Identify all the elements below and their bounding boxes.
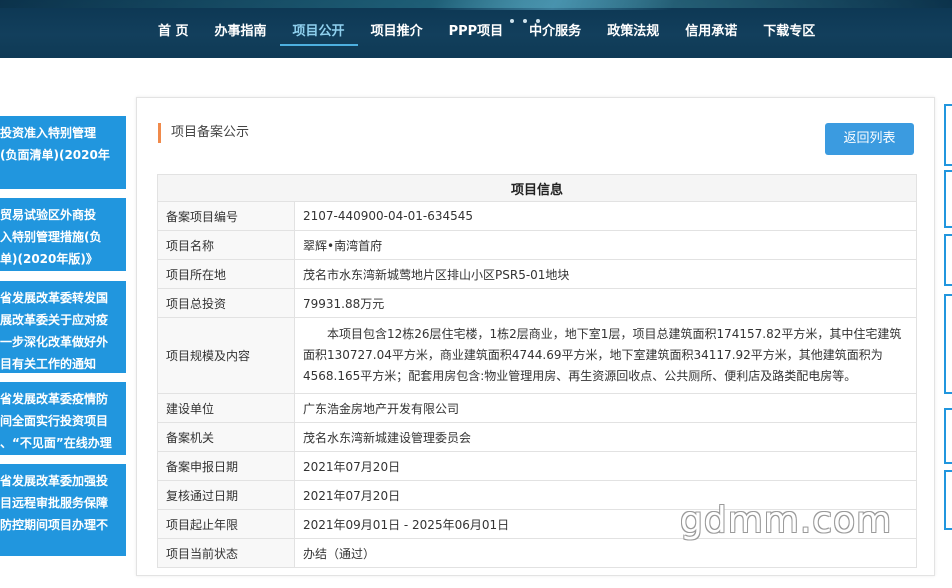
field-value: 茂名水东湾新城建设管理委员会 xyxy=(294,422,917,452)
main-nav: 首 页 办事指南 项目公开 项目推介 PPP项目 中介服务 政策法规 信用承诺 … xyxy=(145,22,828,52)
left-link-line: 商投资准入特别管理 xyxy=(0,126,97,140)
nav-item-ppp-projects[interactable]: PPP项目 xyxy=(436,22,517,46)
left-link-card[interactable]: 由贸易试验区外商投 准入特别管理措施(负 清单)(2020年版)》 xyxy=(0,198,126,271)
table-row: 备案机关 茂名水东湾新城建设管理委员会 xyxy=(157,422,917,452)
field-value: 2107-440900-04-01-634545 xyxy=(294,201,917,231)
left-link-card[interactable]: 东省发展改革委转发国 发展改革委关于应对疫 进一步深化改革做好外 项目有关工作的… xyxy=(0,281,126,373)
nav-item-downloads[interactable]: 下载专区 xyxy=(750,22,828,46)
table-row: 项目名称 翠辉•南湾首府 xyxy=(157,230,917,260)
left-link-line: 进一步深化改革做好外 xyxy=(0,335,109,349)
left-link-line: 东省发展改革委转发国 xyxy=(0,291,109,305)
field-label: 项目起止年限 xyxy=(157,509,295,539)
nav-item-policies[interactable]: 政策法规 xyxy=(594,22,672,46)
table-row: 项目总投资 79931.88万元 xyxy=(157,288,917,318)
left-link-line: 网、“不见面”在线办理 xyxy=(0,436,112,450)
table-row: 项目当前状态 办结（通过） xyxy=(157,538,917,568)
banner-highlight xyxy=(431,0,689,10)
left-link-line: 由贸易试验区外商投 xyxy=(0,208,97,222)
nav-item-guide[interactable]: 办事指南 xyxy=(202,22,280,46)
panel-title: 项目备案公示 xyxy=(158,123,249,143)
field-label: 备案项目编号 xyxy=(157,201,295,231)
field-label: 项目所在地 xyxy=(157,259,295,289)
field-value: 79931.88万元 xyxy=(294,288,917,318)
right-side-tab[interactable] xyxy=(944,294,952,394)
field-label: 项目名称 xyxy=(157,230,295,260)
left-link-line: 情防控期间项目办理不 xyxy=(0,518,109,532)
field-value: 2021年07月20日 xyxy=(294,451,917,481)
table-row: 备案项目编号 2107-440900-04-01-634545 xyxy=(157,201,917,231)
table-row: 备案申报日期 2021年07月20日 xyxy=(157,451,917,481)
nav-item-intermediary-services[interactable]: 中介服务 xyxy=(516,22,594,46)
right-side-tab[interactable] xyxy=(944,234,952,286)
table-row: 建设单位 广东浩金房地产开发有限公司 xyxy=(157,393,917,423)
right-side-tab[interactable] xyxy=(944,408,952,464)
left-link-line: 项目远程审批服务保障 xyxy=(0,496,109,510)
right-side-tab[interactable] xyxy=(944,170,952,228)
table-row: 项目规模及内容 本项目包含12栋26层住宅楼，1栋2层商业，地下室1层，项目总建… xyxy=(157,317,917,394)
left-link-line: 施(负面清单)(2020年 xyxy=(0,148,110,162)
left-link-line: 步 xyxy=(0,536,126,556)
field-label: 项目总投资 xyxy=(157,288,295,318)
left-link-card[interactable]: 商投资准入特别管理 施(负面清单)(2020年 》 xyxy=(0,116,126,189)
left-link-line: 项目有关工作的通知 xyxy=(0,357,97,371)
field-label: 项目当前状态 xyxy=(157,538,295,568)
back-to-list-button[interactable]: 返回列表 xyxy=(825,123,914,155)
right-side-tab[interactable] xyxy=(944,104,952,166)
site-watermark: gdmm.com xyxy=(680,500,893,541)
field-label: 建设单位 xyxy=(157,393,295,423)
table-header: 项目信息 xyxy=(157,174,917,202)
nav-item-home[interactable]: 首 页 xyxy=(145,22,202,46)
nav-item-project-promotion[interactable]: 项目推介 xyxy=(358,22,436,46)
left-link-line: 清单)(2020年版)》 xyxy=(0,252,98,266)
top-navigation-bar: 首 页 办事指南 项目公开 项目推介 PPP项目 中介服务 政策法规 信用承诺 … xyxy=(0,0,952,58)
table-row: 项目所在地 茂名市水东湾新城莺地片区排山小区PSR5-01地块 xyxy=(157,259,917,289)
field-value: 翠辉•南湾首府 xyxy=(294,230,917,260)
left-link-line: 东省发展改革委疫情防 xyxy=(0,392,109,406)
field-label: 备案申报日期 xyxy=(157,451,295,481)
left-link-line: 东省发展改革委加强投 xyxy=(0,474,109,488)
left-link-line: 》 xyxy=(0,166,126,188)
left-link-line: 期间全面实行投资项目 xyxy=(0,414,109,428)
right-side-tab[interactable] xyxy=(944,470,952,530)
left-link-line: 发展改革委关于应对疫 xyxy=(0,313,109,327)
left-link-card[interactable]: 东省发展改革委疫情防 期间全面实行投资项目 网、“不见面”在线办理 xyxy=(0,382,126,455)
field-value: 茂名市水东湾新城莺地片区排山小区PSR5-01地块 xyxy=(294,259,917,289)
left-link-card[interactable]: 东省发展改革委加强投 项目远程审批服务保障 情防控期间项目办理不 步 xyxy=(0,464,126,556)
field-value: 本项目包含12栋26层住宅楼，1栋2层商业，地下室1层，项目总建筑面积17415… xyxy=(294,317,917,394)
field-value: 广东浩金房地产开发有限公司 xyxy=(294,393,917,423)
field-value: 办结（通过） xyxy=(294,538,917,568)
nav-item-project-disclosure[interactable]: 项目公开 xyxy=(279,22,358,46)
field-label: 备案机关 xyxy=(157,422,295,452)
field-label: 复核通过日期 xyxy=(157,480,295,510)
field-label: 项目规模及内容 xyxy=(157,317,295,394)
nav-item-credit-commitment[interactable]: 信用承诺 xyxy=(672,22,750,46)
left-link-line: 准入特别管理措施(负 xyxy=(0,230,102,244)
